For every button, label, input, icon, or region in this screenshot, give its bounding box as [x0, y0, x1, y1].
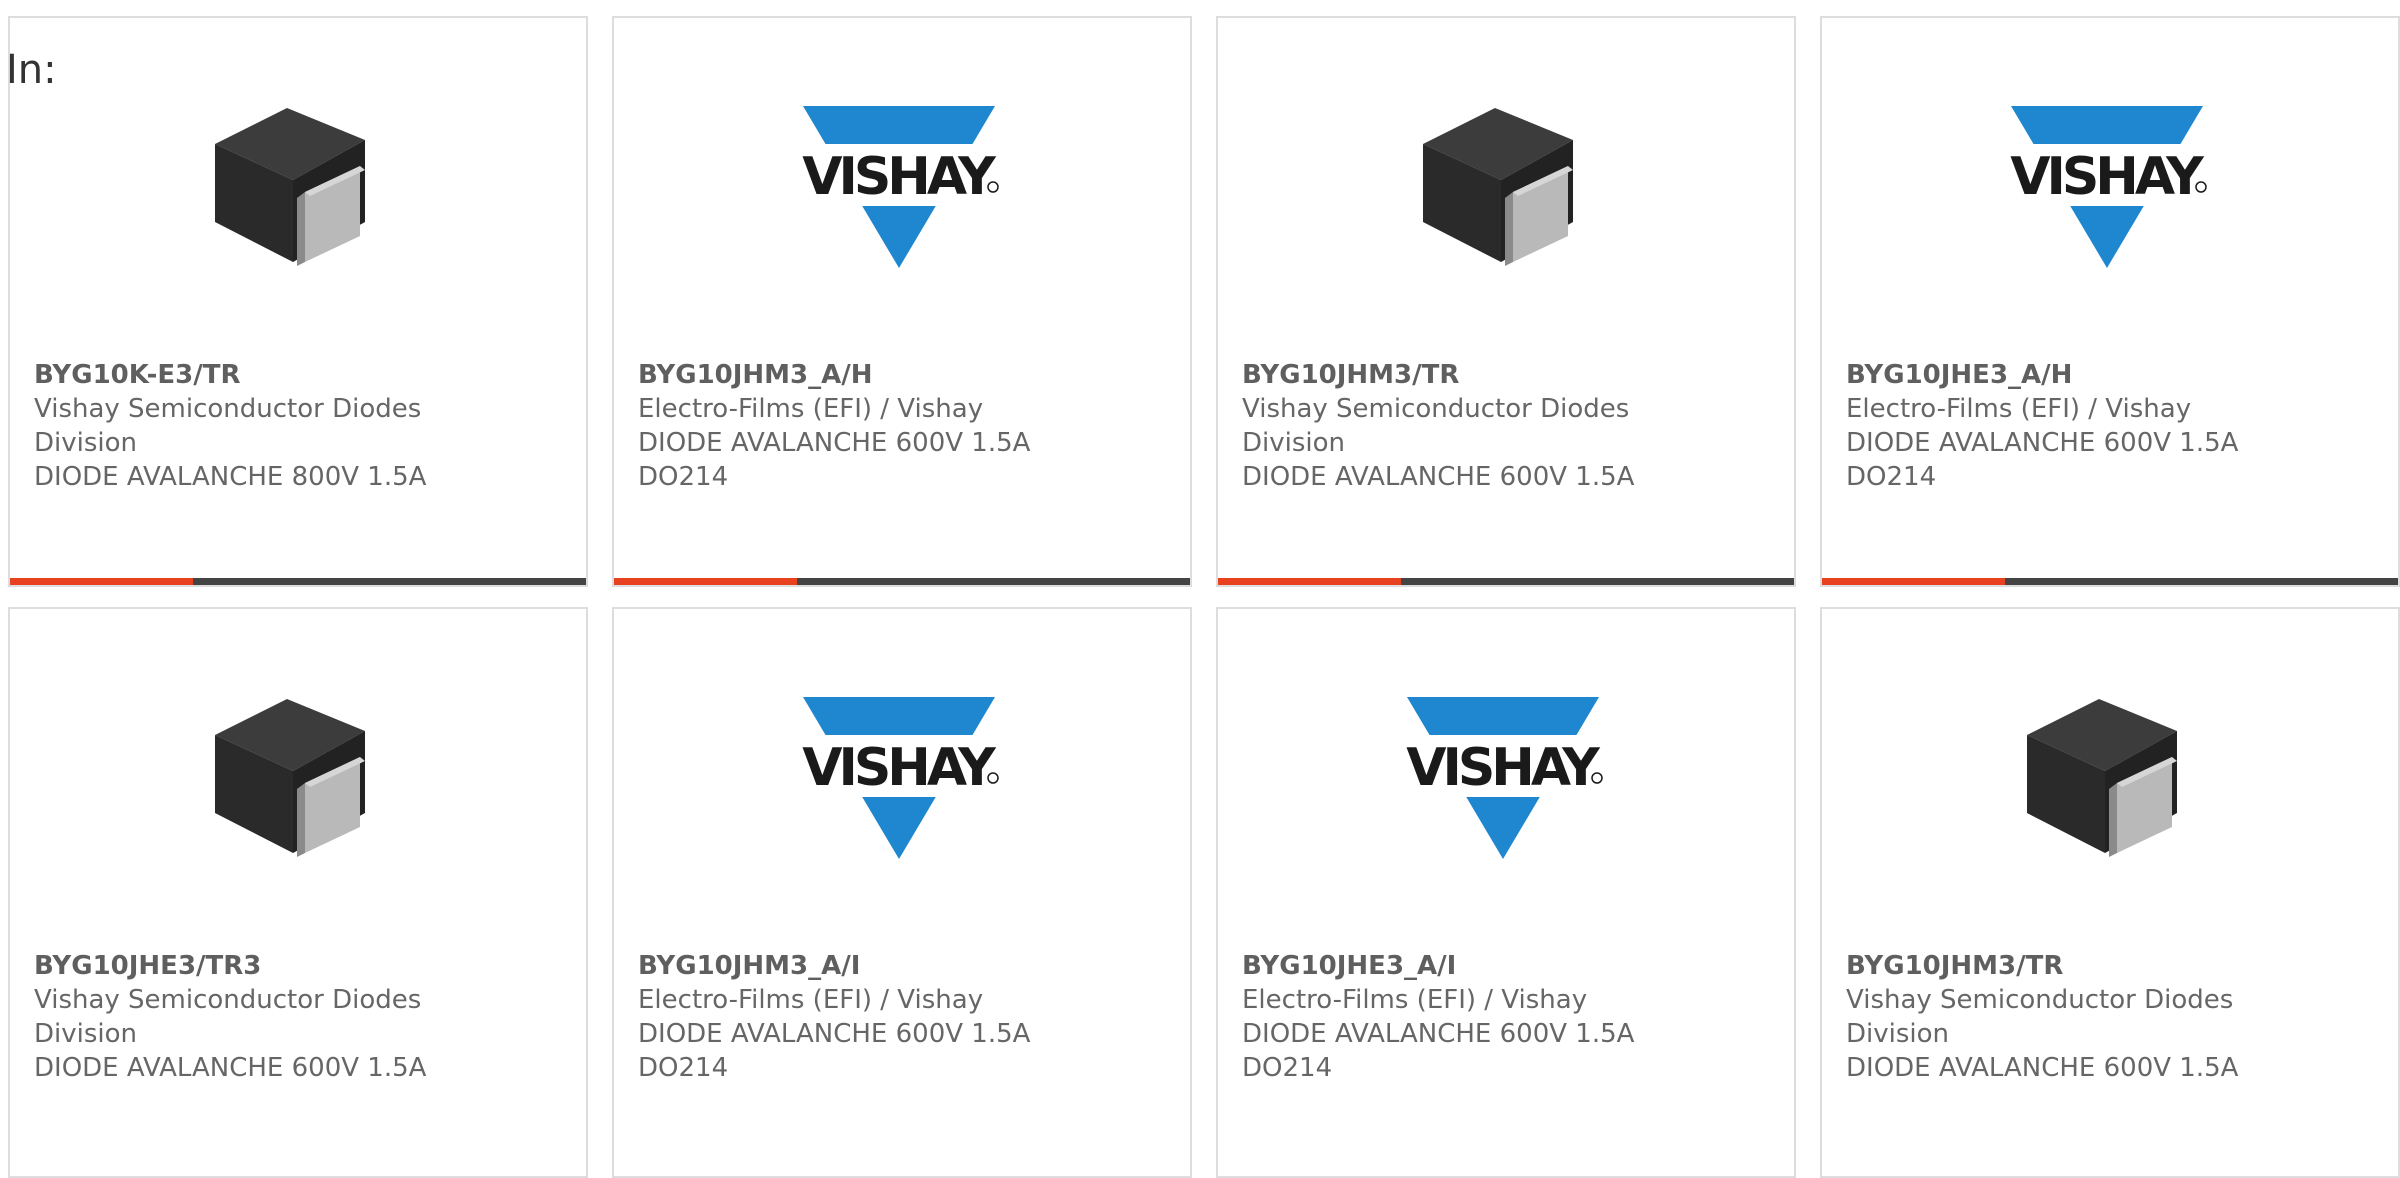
product-info: BYG10JHM3_A/I Electro-Films (EFI) / Vish…	[638, 949, 1038, 1085]
diode-package-icon	[215, 699, 365, 857]
card-bottom-bar	[1218, 578, 1794, 585]
product-image	[2007, 677, 2207, 877]
product-image: VISHAY	[799, 86, 999, 286]
card-accent-bar	[10, 578, 193, 585]
manufacturer: Vishay Semiconductor Diodes Division	[1242, 394, 1630, 458]
product-image	[195, 86, 395, 286]
part-number[interactable]: BYG10JHE3_A/H	[1846, 358, 2246, 392]
manufacturer: Vishay Semiconductor Diodes Division	[34, 394, 422, 458]
filter-label: In:	[6, 47, 57, 93]
vishay-logo: VISHAY	[1403, 697, 1603, 859]
part-number[interactable]: BYG10JHM3/TR	[1846, 949, 2246, 983]
description: DIODE AVALANCHE 600V 1.5A	[1846, 1053, 2239, 1083]
product-card[interactable]: VISHAY BYG10JHE3_A/H Electro-Films (EFI)…	[1820, 16, 2400, 587]
product-card[interactable]: BYG10JHM3/TR Vishay Semiconductor Diodes…	[1216, 16, 1796, 587]
card-bottom-bar	[1822, 578, 2398, 585]
product-image	[195, 677, 395, 877]
product-image: VISHAY	[1403, 677, 1603, 877]
product-info: BYG10JHM3/TR Vishay Semiconductor Diodes…	[1846, 949, 2246, 1085]
card-accent-bar	[1218, 578, 1401, 585]
part-number[interactable]: BYG10JHE3/TR3	[34, 949, 434, 983]
manufacturer: Electro-Films (EFI) / Vishay	[638, 394, 984, 424]
card-bottom-bar	[10, 578, 586, 585]
description: DIODE AVALANCHE 600V 1.5A DO214	[638, 1019, 1031, 1083]
product-info: BYG10JHE3_A/I Electro-Films (EFI) / Vish…	[1242, 949, 1642, 1085]
card-bottom-bar	[614, 578, 1190, 585]
product-image: VISHAY	[799, 677, 999, 877]
product-image: VISHAY	[2007, 86, 2207, 286]
diode-package-icon	[2027, 699, 2177, 857]
diode-package-icon	[215, 108, 365, 266]
description: DIODE AVALANCHE 600V 1.5A	[34, 1053, 427, 1083]
product-card[interactable]: BYG10K-E3/TR Vishay Semiconductor Diodes…	[8, 16, 588, 587]
product-info: BYG10JHE3/TR3 Vishay Semiconductor Diode…	[34, 949, 434, 1085]
description: DIODE AVALANCHE 600V 1.5A DO214	[638, 428, 1031, 492]
part-number[interactable]: BYG10K-E3/TR	[34, 358, 434, 392]
manufacturer: Electro-Films (EFI) / Vishay	[638, 985, 984, 1015]
description: DIODE AVALANCHE 600V 1.5A DO214	[1846, 428, 2239, 492]
product-info: BYG10JHE3_A/H Electro-Films (EFI) / Vish…	[1846, 358, 2246, 494]
card-accent-bar	[1822, 578, 2005, 585]
part-number[interactable]: BYG10JHE3_A/I	[1242, 949, 1642, 983]
manufacturer: Vishay Semiconductor Diodes Division	[1846, 985, 2234, 1049]
description: DIODE AVALANCHE 800V 1.5A	[34, 462, 427, 492]
part-number[interactable]: BYG10JHM3_A/I	[638, 949, 1038, 983]
vishay-logo-text: VISHAY	[1406, 738, 1601, 798]
manufacturer: Electro-Films (EFI) / Vishay	[1242, 985, 1588, 1015]
part-number[interactable]: BYG10JHM3_A/H	[638, 358, 1038, 392]
description: DIODE AVALANCHE 600V 1.5A	[1242, 462, 1635, 492]
diode-package-icon	[1423, 108, 1573, 266]
product-image	[1403, 86, 1603, 286]
product-grid: BYG10K-E3/TR Vishay Semiconductor Diodes…	[8, 16, 2400, 1178]
vishay-logo: VISHAY	[799, 697, 999, 859]
vishay-logo-text: VISHAY	[802, 147, 997, 207]
product-card[interactable]: BYG10JHE3/TR3 Vishay Semiconductor Diode…	[8, 607, 588, 1178]
product-card[interactable]: BYG10JHM3/TR Vishay Semiconductor Diodes…	[1820, 607, 2400, 1178]
vishay-logo-text: VISHAY	[802, 738, 997, 798]
product-card[interactable]: VISHAY BYG10JHM3_A/H Electro-Films (EFI)…	[612, 16, 1192, 587]
vishay-logo-text: VISHAY	[2010, 147, 2205, 207]
description: DIODE AVALANCHE 600V 1.5A DO214	[1242, 1019, 1635, 1083]
vishay-logo: VISHAY	[799, 106, 999, 268]
vishay-logo: VISHAY	[2007, 106, 2207, 268]
product-card[interactable]: VISHAY BYG10JHE3_A/I Electro-Films (EFI)…	[1216, 607, 1796, 1178]
product-info: BYG10JHM3/TR Vishay Semiconductor Diodes…	[1242, 358, 1642, 494]
manufacturer: Vishay Semiconductor Diodes Division	[34, 985, 422, 1049]
part-number[interactable]: BYG10JHM3/TR	[1242, 358, 1642, 392]
card-accent-bar	[614, 578, 797, 585]
manufacturer: Electro-Films (EFI) / Vishay	[1846, 394, 2192, 424]
product-info: BYG10K-E3/TR Vishay Semiconductor Diodes…	[34, 358, 434, 494]
product-info: BYG10JHM3_A/H Electro-Films (EFI) / Vish…	[638, 358, 1038, 494]
product-card[interactable]: VISHAY BYG10JHM3_A/I Electro-Films (EFI)…	[612, 607, 1192, 1178]
